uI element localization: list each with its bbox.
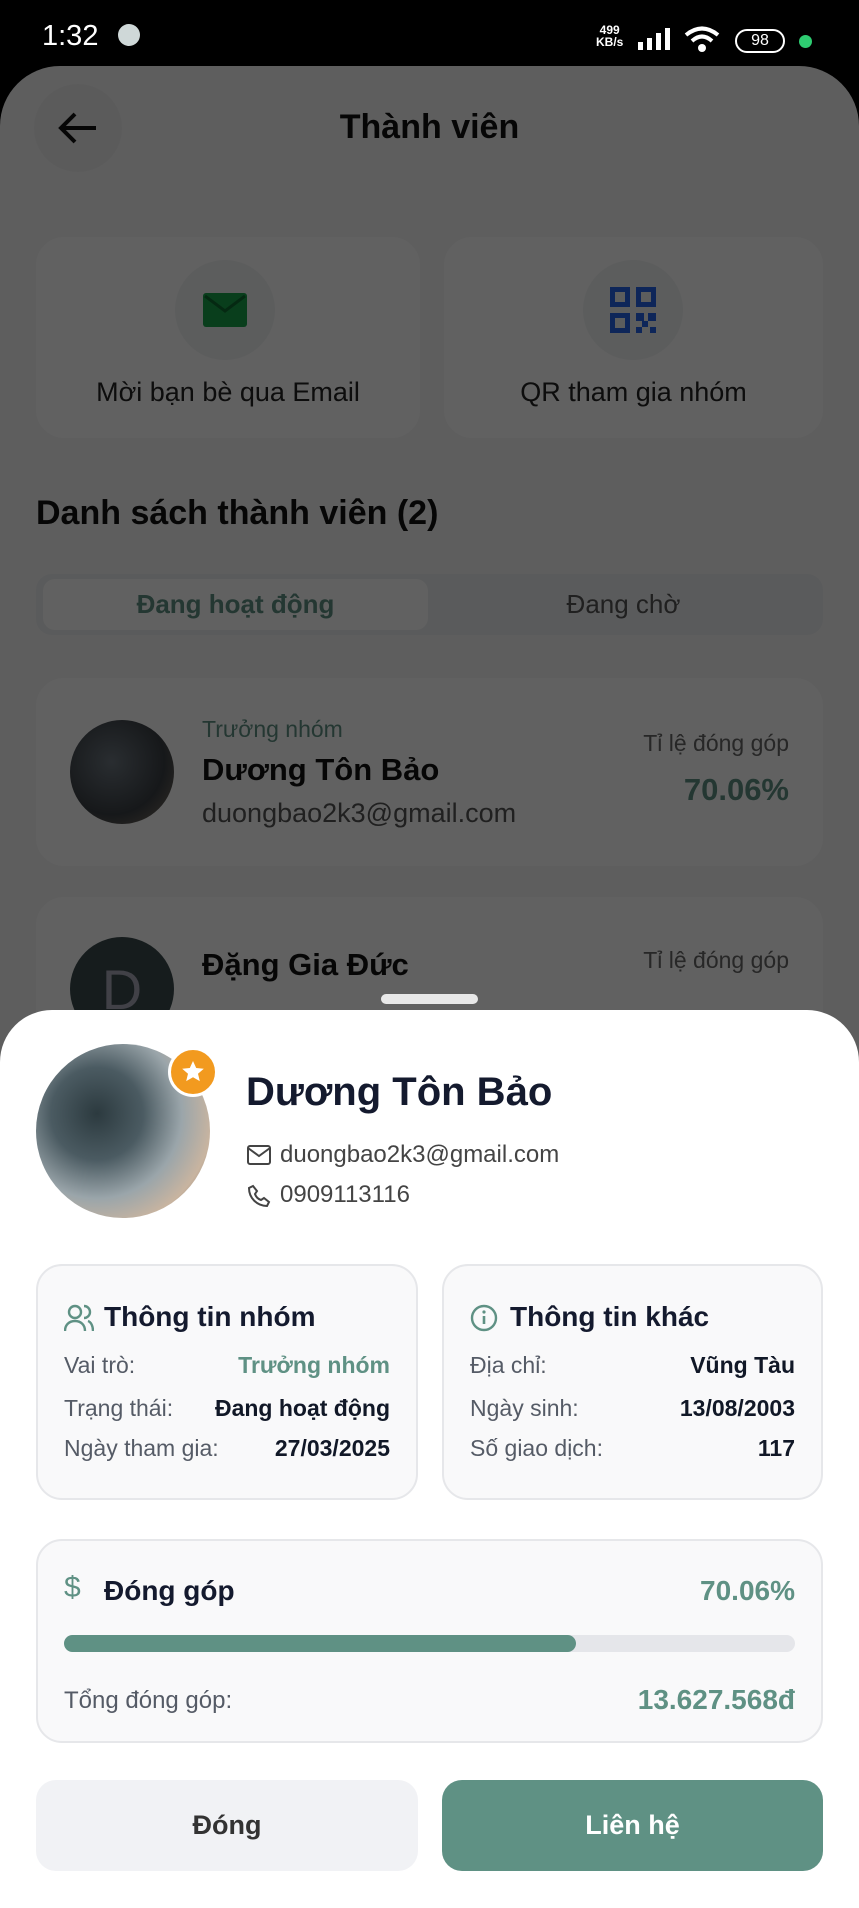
info-row-join-date: Ngày tham gia: 27/03/2025 — [64, 1435, 390, 1462]
status-value: Đang hoạt động — [214, 1395, 390, 1421]
app-notification-icon — [118, 24, 140, 46]
qr-join-label: QR tham gia nhóm — [520, 377, 747, 407]
transactions-value: 117 — [757, 1435, 795, 1461]
transactions-label: Số giao dịch: — [470, 1435, 603, 1461]
page-title: Thành viên — [339, 108, 520, 146]
clock: 1:32 — [42, 20, 99, 52]
profile-name: Dương Tôn Bảo — [246, 1070, 553, 1114]
info-row-role: Vai trò: Trưởng nhóm — [64, 1352, 390, 1379]
member-status-tabs: Đang hoạt động Đang chờ — [36, 574, 823, 635]
contribution-rate-label: Tỉ lệ đóng góp — [643, 947, 789, 973]
member-name: Dương Tôn Bảo — [202, 752, 440, 787]
group-info-card: Thông tin nhóm Vai trò: Trưởng nhóm Trạng… — [36, 1264, 418, 1500]
contact-button[interactable]: Liên hệ — [442, 1780, 823, 1871]
star-icon — [182, 1061, 204, 1082]
member-detail-sheet: Dương Tôn Bảo duongbao2k3@gmail.com 0909… — [0, 1010, 859, 1908]
network-speed: 499 KB/s — [596, 24, 623, 48]
member-name: Đặng Gia Đức — [202, 947, 409, 982]
info-row-address: Địa chỉ: Vũng Tàu — [470, 1352, 795, 1379]
invite-email-button[interactable]: Mời bạn bè qua Email — [36, 237, 420, 438]
phone-icon — [247, 1184, 271, 1208]
privacy-dot-icon — [799, 35, 812, 48]
birthday-label: Ngày sinh: — [470, 1395, 579, 1421]
qr-code-icon — [583, 260, 683, 360]
other-info-card: Thông tin khác Địa chỉ: Vũng Tàu Ngày sin… — [442, 1264, 823, 1500]
member-avatar — [70, 720, 174, 824]
net-speed-unit: KB/s — [596, 35, 624, 49]
leader-star-badge — [168, 1047, 218, 1097]
contribution-card: $ Đóng góp 70.06% Tổng đóng góp: 13.627.… — [36, 1539, 823, 1743]
close-button[interactable]: Đóng — [36, 1780, 418, 1871]
members-section-title: Danh sách thành viên (2) — [36, 494, 439, 532]
address-label: Địa chỉ: — [470, 1352, 547, 1378]
role-label: Vai trò: — [64, 1352, 136, 1378]
total-contribution-label: Tổng đóng góp: — [64, 1687, 233, 1714]
contribution-progress-fill — [64, 1635, 577, 1652]
wifi-icon — [684, 26, 720, 52]
info-row-birthday: Ngày sinh: 13/08/2003 — [470, 1395, 795, 1422]
join-date-value: 27/03/2025 — [274, 1435, 390, 1461]
info-row-status: Trạng thái: Đang hoạt động — [64, 1395, 390, 1422]
dollar-icon: $ — [64, 1571, 81, 1604]
mail-icon — [175, 260, 275, 360]
other-info-title: Thông tin khác — [510, 1301, 710, 1332]
info-icon — [470, 1304, 498, 1332]
qr-join-button[interactable]: QR tham gia nhóm — [444, 237, 823, 438]
group-info-title: Thông tin nhóm — [104, 1301, 316, 1332]
battery-level: 98 — [751, 32, 769, 49]
contribution-percent: 70.06% — [700, 1575, 795, 1606]
profile-phone: 0909113116 — [280, 1181, 410, 1208]
signal-icon — [638, 28, 670, 50]
total-contribution-value: 13.627.568đ — [637, 1684, 795, 1715]
role-value: Trưởng nhóm — [238, 1352, 390, 1378]
member-role: Trưởng nhóm — [202, 716, 343, 742]
address-value: Vũng Tàu — [690, 1352, 795, 1378]
profile-email: duongbao2k3@gmail.com — [280, 1141, 560, 1168]
mail-icon — [247, 1145, 271, 1165]
invite-email-label: Mời bạn bè qua Email — [96, 377, 360, 407]
member-email: duongbao2k3@gmail.com — [202, 798, 517, 828]
contribution-rate-label: Tỉ lệ đóng góp — [643, 730, 789, 756]
status-label: Trạng thái: — [64, 1395, 174, 1421]
battery-indicator: 98 — [735, 29, 785, 53]
contribution-rate: 70.06% — [683, 772, 789, 807]
tab-pending[interactable]: Đang chờ — [431, 579, 816, 630]
contribution-progress-track — [64, 1635, 795, 1652]
info-row-transactions: Số giao dịch: 117 — [470, 1435, 795, 1462]
sheet-drag-handle[interactable] — [381, 994, 478, 1004]
birthday-value: 13/08/2003 — [679, 1395, 795, 1421]
join-date-label: Ngày tham gia: — [64, 1435, 219, 1461]
contribution-title: Đóng góp — [104, 1575, 235, 1606]
status-bar: 1:32 499 KB/s 98 — [0, 0, 859, 66]
tab-active[interactable]: Đang hoạt động — [43, 579, 428, 630]
member-card[interactable]: Trưởng nhóm Dương Tôn Bảo duongbao2k3@gm… — [36, 678, 823, 866]
users-icon — [64, 1304, 94, 1332]
